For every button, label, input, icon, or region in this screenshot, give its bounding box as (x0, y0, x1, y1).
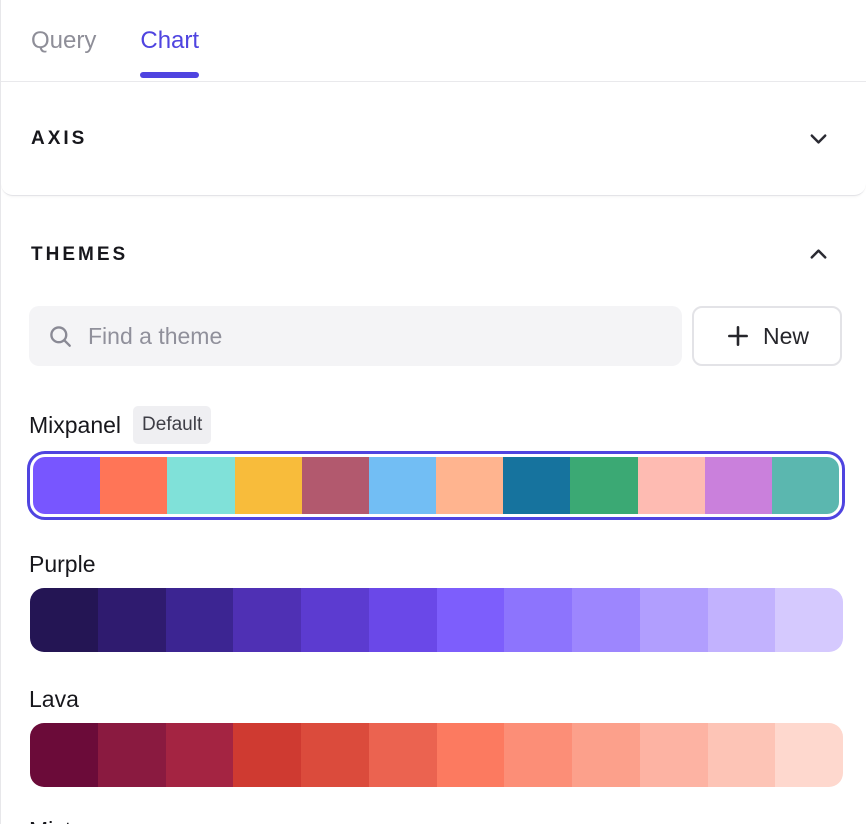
color-swatch (640, 723, 708, 787)
chart-settings-panel: Query Chart AXIS THEMES (0, 0, 866, 824)
theme-label-row-purple: Purple (1, 548, 866, 580)
color-swatch (235, 457, 302, 514)
tab-active-underline (140, 72, 199, 78)
color-swatch (30, 723, 98, 787)
plus-icon (725, 323, 751, 349)
color-swatch (166, 723, 234, 787)
themes-section: THEMES New Mixpanel Defa (1, 203, 866, 824)
theme-name-mist: Mist (29, 814, 71, 824)
color-swatch (167, 457, 234, 514)
color-swatch (570, 457, 637, 514)
tabbar: Query Chart (1, 0, 866, 82)
color-swatch (233, 588, 301, 652)
theme-swatches-lava[interactable] (30, 723, 843, 787)
new-theme-button-label: New (763, 323, 809, 350)
axis-section-header[interactable]: AXIS (1, 82, 866, 196)
color-swatch (166, 588, 234, 652)
color-swatch (33, 457, 100, 514)
color-swatch (437, 588, 505, 652)
chevron-down-icon[interactable] (807, 127, 830, 150)
color-swatch (369, 723, 437, 787)
theme-search-row: New (1, 306, 866, 366)
color-swatch (436, 457, 503, 514)
color-swatch (775, 588, 843, 652)
color-swatch (98, 723, 166, 787)
color-swatch (100, 457, 167, 514)
color-swatch (775, 723, 843, 787)
color-swatch (772, 457, 839, 514)
color-swatch (503, 457, 570, 514)
color-swatch (708, 723, 776, 787)
color-swatch (369, 588, 437, 652)
new-theme-button[interactable]: New (692, 306, 842, 366)
theme-label-row-mist: Mist (1, 814, 866, 824)
theme-swatches-purple[interactable] (30, 588, 843, 652)
theme-label-row-mixpanel: Mixpanel Default (1, 406, 866, 444)
color-swatch (638, 457, 705, 514)
color-swatch (640, 588, 708, 652)
color-swatch (504, 723, 572, 787)
color-swatch (572, 588, 640, 652)
theme-label-row-lava: Lava (1, 683, 866, 715)
chevron-up-icon[interactable] (807, 243, 830, 266)
tab-query-label: Query (31, 27, 96, 55)
color-swatch (98, 588, 166, 652)
theme-swatch-selected-ring (27, 451, 845, 520)
color-swatch (30, 588, 98, 652)
color-swatch (301, 723, 369, 787)
color-swatch (301, 588, 369, 652)
themes-section-title: THEMES (31, 244, 128, 266)
tab-query[interactable]: Query (31, 0, 96, 81)
color-swatch (705, 457, 772, 514)
tab-chart[interactable]: Chart (140, 0, 199, 81)
default-badge: Default (133, 406, 211, 444)
themes-section-header[interactable]: THEMES (1, 203, 866, 266)
tab-chart-label: Chart (140, 27, 199, 55)
theme-search-box[interactable] (29, 306, 682, 366)
axis-section-title: AXIS (31, 128, 87, 150)
color-swatch (302, 457, 369, 514)
color-swatch (572, 723, 640, 787)
color-swatch (233, 723, 301, 787)
color-swatch (504, 588, 572, 652)
search-icon (47, 323, 74, 350)
theme-search-input[interactable] (88, 323, 664, 350)
theme-name-lava: Lava (29, 683, 79, 715)
color-swatch (437, 723, 505, 787)
theme-swatches-mixpanel[interactable] (33, 457, 839, 514)
theme-name-purple: Purple (29, 548, 95, 580)
color-swatch (708, 588, 776, 652)
color-swatch (369, 457, 436, 514)
theme-name-mixpanel: Mixpanel (29, 409, 121, 441)
